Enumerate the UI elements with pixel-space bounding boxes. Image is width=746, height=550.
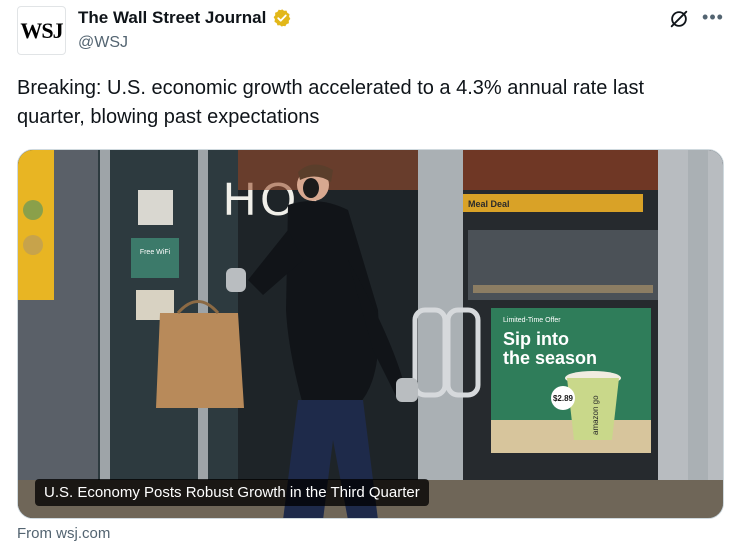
card-source[interactable]: From wsj.com: [17, 525, 110, 542]
poster-label-text: Limited-Time Offer: [503, 317, 561, 324]
account-name-row[interactable]: The Wall Street Journal: [78, 8, 292, 28]
poster-title-1-text: Sip into: [503, 329, 569, 349]
wifi-sign-text: Free WiFi: [140, 249, 171, 256]
tweet-text: Breaking: U.S. economic growth accelerat…: [17, 77, 645, 128]
account-name[interactable]: The Wall Street Journal: [78, 8, 266, 28]
poster-title-2-text: the season: [503, 348, 597, 368]
card-headline[interactable]: U.S. Economy Posts Robust Growth in the …: [35, 479, 429, 506]
account-avatar[interactable]: WSJ: [17, 6, 66, 55]
card-photo: Free WiFi HOT Meal Deal Limited-Time Off…: [18, 150, 723, 518]
link-card[interactable]: Free WiFi HOT Meal Deal Limited-Time Off…: [17, 149, 724, 519]
poster-brand-text: amazon go: [591, 395, 600, 435]
account-handle[interactable]: @WSJ: [78, 34, 128, 52]
verified-badge-icon: [273, 9, 291, 27]
poster-price-text: $2.89: [553, 394, 574, 403]
grok-icon[interactable]: [668, 8, 690, 30]
more-icon[interactable]: •••: [702, 6, 724, 28]
avatar-logo-text: WSJ: [20, 17, 63, 43]
shelf-sign-text: Meal Deal: [468, 199, 510, 209]
